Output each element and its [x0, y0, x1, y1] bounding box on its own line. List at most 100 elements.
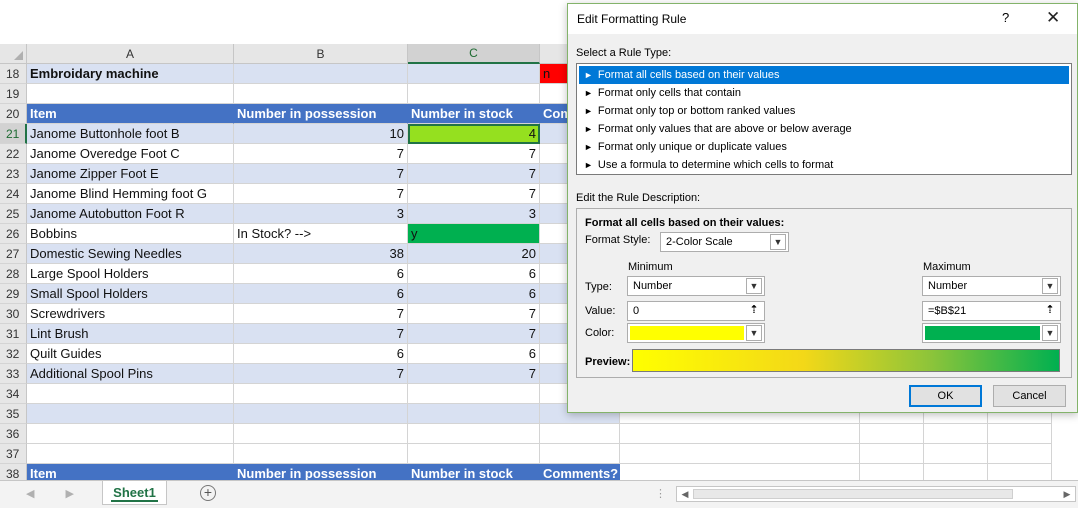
grid-cell[interactable]: Janome Blind Hemming foot G [27, 184, 234, 204]
grid-cell[interactable] [27, 444, 234, 464]
grid-cell[interactable]: 7 [408, 304, 540, 324]
help-icon[interactable]: ? [1002, 10, 1009, 25]
chevron-down-icon[interactable]: ▼ [746, 278, 762, 294]
grid-cell[interactable]: Domestic Sewing Needles [27, 244, 234, 264]
grid-cell[interactable]: Comments? [540, 464, 620, 480]
grid-cell[interactable] [620, 464, 860, 480]
row-header[interactable]: 22 [0, 144, 27, 164]
grid-cell[interactable] [408, 84, 540, 104]
max-value-input[interactable]: =$B$21 ⇡ [922, 301, 1061, 321]
row-header[interactable]: 34 [0, 384, 27, 404]
row-header[interactable]: 38 [0, 464, 27, 480]
grid-cell[interactable]: Janome Buttonhole foot B [27, 124, 234, 144]
row-header[interactable]: 26 [0, 224, 27, 244]
grid-cell[interactable] [540, 424, 620, 444]
column-header[interactable]: A [27, 44, 234, 64]
add-sheet-icon[interactable]: + [200, 485, 216, 501]
grid-cell[interactable] [924, 444, 988, 464]
grid-cell[interactable]: Lint Brush [27, 324, 234, 344]
row-header[interactable]: 19 [0, 84, 27, 104]
rule-type-item[interactable]: ► Format only values that are above or be… [579, 120, 1069, 138]
grid-cell[interactable] [234, 424, 408, 444]
grid-cell[interactable]: Janome Zipper Foot E [27, 164, 234, 184]
grid-cell[interactable]: Small Spool Holders [27, 284, 234, 304]
row-header[interactable]: 35 [0, 404, 27, 424]
grid-cell[interactable]: Item [27, 104, 234, 124]
grid-cell[interactable] [924, 424, 988, 444]
rule-type-item[interactable]: ► Format only unique or duplicate values [579, 138, 1069, 156]
row-header[interactable]: 31 [0, 324, 27, 344]
row-header[interactable]: 20 [0, 104, 27, 124]
sheet-tab-sheet1[interactable]: Sheet1 [102, 481, 167, 505]
grid-cell[interactable] [860, 464, 924, 480]
grid-cell[interactable]: 3 [408, 204, 540, 224]
grid-cell[interactable] [234, 84, 408, 104]
grid-cell[interactable]: 6 [234, 284, 408, 304]
grid-cell[interactable]: 7 [234, 184, 408, 204]
grid-cell[interactable]: 6 [408, 344, 540, 364]
grid-cell[interactable]: 7 [408, 364, 540, 384]
grid-cell[interactable]: 10 [234, 124, 408, 144]
chevron-down-icon[interactable]: ▼ [746, 325, 762, 341]
grid-cell[interactable] [408, 404, 540, 424]
scroll-right-icon[interactable]: ▶ [1060, 488, 1074, 500]
grid-cell[interactable]: 7 [234, 304, 408, 324]
rule-type-item[interactable]: ► Format only top or bottom ranked values [579, 102, 1069, 120]
grid-cell[interactable]: Additional Spool Pins [27, 364, 234, 384]
row-header[interactable]: 18 [0, 64, 27, 84]
grid-cell[interactable] [27, 424, 234, 444]
grid-cell[interactable]: Quilt Guides [27, 344, 234, 364]
collapse-dialog-icon[interactable]: ⇡ [1041, 303, 1059, 319]
grid-cell[interactable]: 3 [234, 204, 408, 224]
column-header[interactable]: C [408, 44, 540, 64]
collapse-dialog-icon[interactable]: ⇡ [745, 303, 763, 319]
ok-button[interactable]: OK [909, 385, 982, 407]
grid-cell[interactable]: Item [27, 464, 234, 480]
row-header[interactable]: 27 [0, 244, 27, 264]
horizontal-scrollbar[interactable]: ◀ ▶ [676, 486, 1076, 502]
format-style-select[interactable]: 2-Color Scale ▼ [660, 232, 789, 252]
grid-cell[interactable]: 7 [234, 144, 408, 164]
grid-cell[interactable] [408, 384, 540, 404]
grid-cell[interactable] [234, 384, 408, 404]
grid-cell[interactable]: Large Spool Holders [27, 264, 234, 284]
rule-type-item[interactable]: ► Use a formula to determine which cells … [579, 156, 1069, 174]
scroll-left-icon[interactable]: ◀ [678, 488, 692, 500]
row-header[interactable]: 28 [0, 264, 27, 284]
grid-cell[interactable]: In Stock? --> [234, 224, 408, 244]
grid-cell[interactable]: Janome Overedge Foot C [27, 144, 234, 164]
row-header[interactable]: 29 [0, 284, 27, 304]
grid-cell[interactable]: Number in possession [234, 464, 408, 480]
grid-cell[interactable] [27, 84, 234, 104]
grid-cell[interactable] [988, 424, 1052, 444]
row-header[interactable]: 30 [0, 304, 27, 324]
grid-cell[interactable]: 7 [408, 324, 540, 344]
grid-cell[interactable] [234, 64, 408, 84]
grid-cell[interactable]: Number in stock [408, 464, 540, 480]
row-header[interactable]: 33 [0, 364, 27, 384]
chevron-down-icon[interactable]: ▼ [1042, 325, 1058, 341]
grid-cell[interactable] [860, 444, 924, 464]
grid-cell[interactable] [27, 404, 234, 424]
grid-cell[interactable] [988, 464, 1052, 480]
grid-cell[interactable] [408, 424, 540, 444]
min-value-input[interactable]: 0 ⇡ [627, 301, 765, 321]
max-type-select[interactable]: Number ▼ [922, 276, 1061, 296]
row-header[interactable]: 23 [0, 164, 27, 184]
grid-cell[interactable]: 38 [234, 244, 408, 264]
row-header[interactable]: 37 [0, 444, 27, 464]
grid-cell[interactable] [234, 444, 408, 464]
min-color-picker[interactable]: ▼ [627, 323, 765, 343]
grid-cell[interactable]: Number in stock [408, 104, 540, 124]
rule-type-item[interactable]: ► Format only cells that contain [579, 84, 1069, 102]
grid-cell[interactable]: Screwdrivers [27, 304, 234, 324]
row-header[interactable]: 32 [0, 344, 27, 364]
grid-cell[interactable] [27, 384, 234, 404]
grid-cell[interactable] [234, 404, 408, 424]
tab-splitter-handle[interactable]: ⋮ [655, 487, 666, 500]
rule-type-list[interactable]: ► Format all cells based on their values ►… [576, 63, 1072, 175]
grid-cell[interactable] [988, 444, 1052, 464]
grid-cell[interactable]: 7 [234, 164, 408, 184]
max-color-picker[interactable]: ▼ [922, 323, 1061, 343]
grid-cell[interactable]: 6 [234, 344, 408, 364]
